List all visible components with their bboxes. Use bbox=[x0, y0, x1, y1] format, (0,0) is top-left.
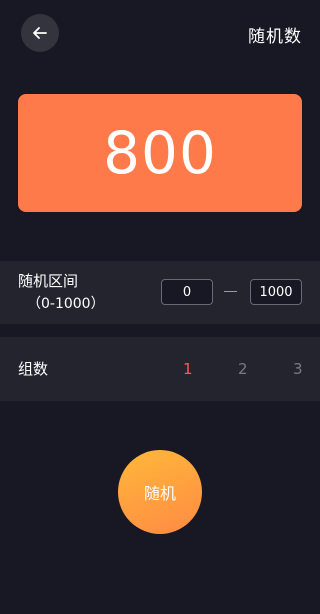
group-panel: 组数 1 2 3 bbox=[0, 337, 320, 401]
range-min-input[interactable] bbox=[161, 279, 213, 305]
range-hint: （0-1000） bbox=[27, 296, 105, 312]
arrow-left-icon bbox=[30, 23, 50, 43]
range-max-input[interactable] bbox=[250, 279, 302, 305]
group-option-2[interactable]: 2 bbox=[238, 359, 248, 379]
group-option-1[interactable]: 1 bbox=[183, 359, 193, 379]
result-value: 800 bbox=[103, 119, 217, 187]
group-option-3[interactable]: 3 bbox=[293, 359, 303, 379]
range-label: 随机区间 bbox=[18, 272, 79, 290]
back-button[interactable] bbox=[21, 14, 59, 52]
result-card: 800 bbox=[18, 94, 302, 212]
range-panel: 随机区间 （0-1000） bbox=[0, 261, 320, 324]
randomize-button[interactable]: 随机 bbox=[118, 450, 202, 534]
group-label: 组数 bbox=[18, 360, 49, 378]
range-separator bbox=[224, 291, 237, 292]
page-title: 随机数 bbox=[248, 27, 302, 47]
randomize-button-label: 随机 bbox=[143, 484, 176, 503]
